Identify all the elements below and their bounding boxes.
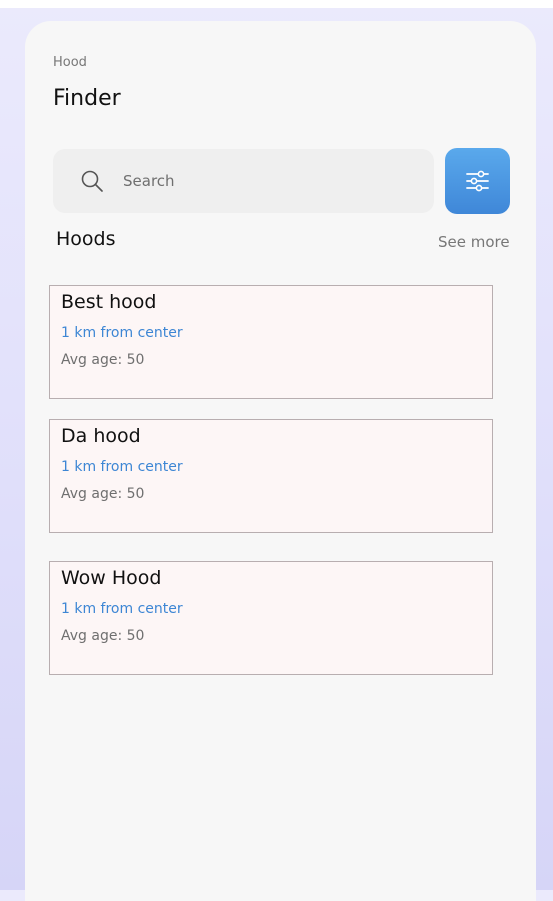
hood-card-da-hood[interactable]: Da hood 1 km from center Avg age: 50 [49, 419, 493, 533]
hood-name: Da hood [61, 425, 141, 447]
sliders-icon [466, 170, 489, 192]
page-title: Finder [53, 86, 121, 111]
hood-name: Wow Hood [61, 567, 162, 589]
hood-card-best-hood[interactable]: Best hood 1 km from center Avg age: 50 [49, 285, 493, 399]
see-more-link[interactable]: See more [438, 233, 510, 251]
hood-avg-age: Avg age: 50 [61, 352, 145, 368]
app-subtitle: Hood [53, 55, 87, 70]
hood-name: Best hood [61, 291, 157, 313]
hood-distance: 1 km from center [61, 459, 183, 475]
hood-distance: 1 km from center [61, 325, 183, 341]
hood-card-wow-hood[interactable]: Wow Hood 1 km from center Avg age: 50 [49, 561, 493, 675]
hood-distance: 1 km from center [61, 601, 183, 617]
search-input[interactable] [123, 169, 413, 193]
hood-avg-age: Avg age: 50 [61, 486, 145, 502]
search-bar[interactable] [53, 149, 434, 213]
top-strip [0, 0, 553, 8]
filter-button[interactable] [445, 148, 510, 214]
search-icon [81, 170, 103, 192]
section-title: Hoods [56, 228, 116, 250]
hood-avg-age: Avg age: 50 [61, 628, 145, 644]
